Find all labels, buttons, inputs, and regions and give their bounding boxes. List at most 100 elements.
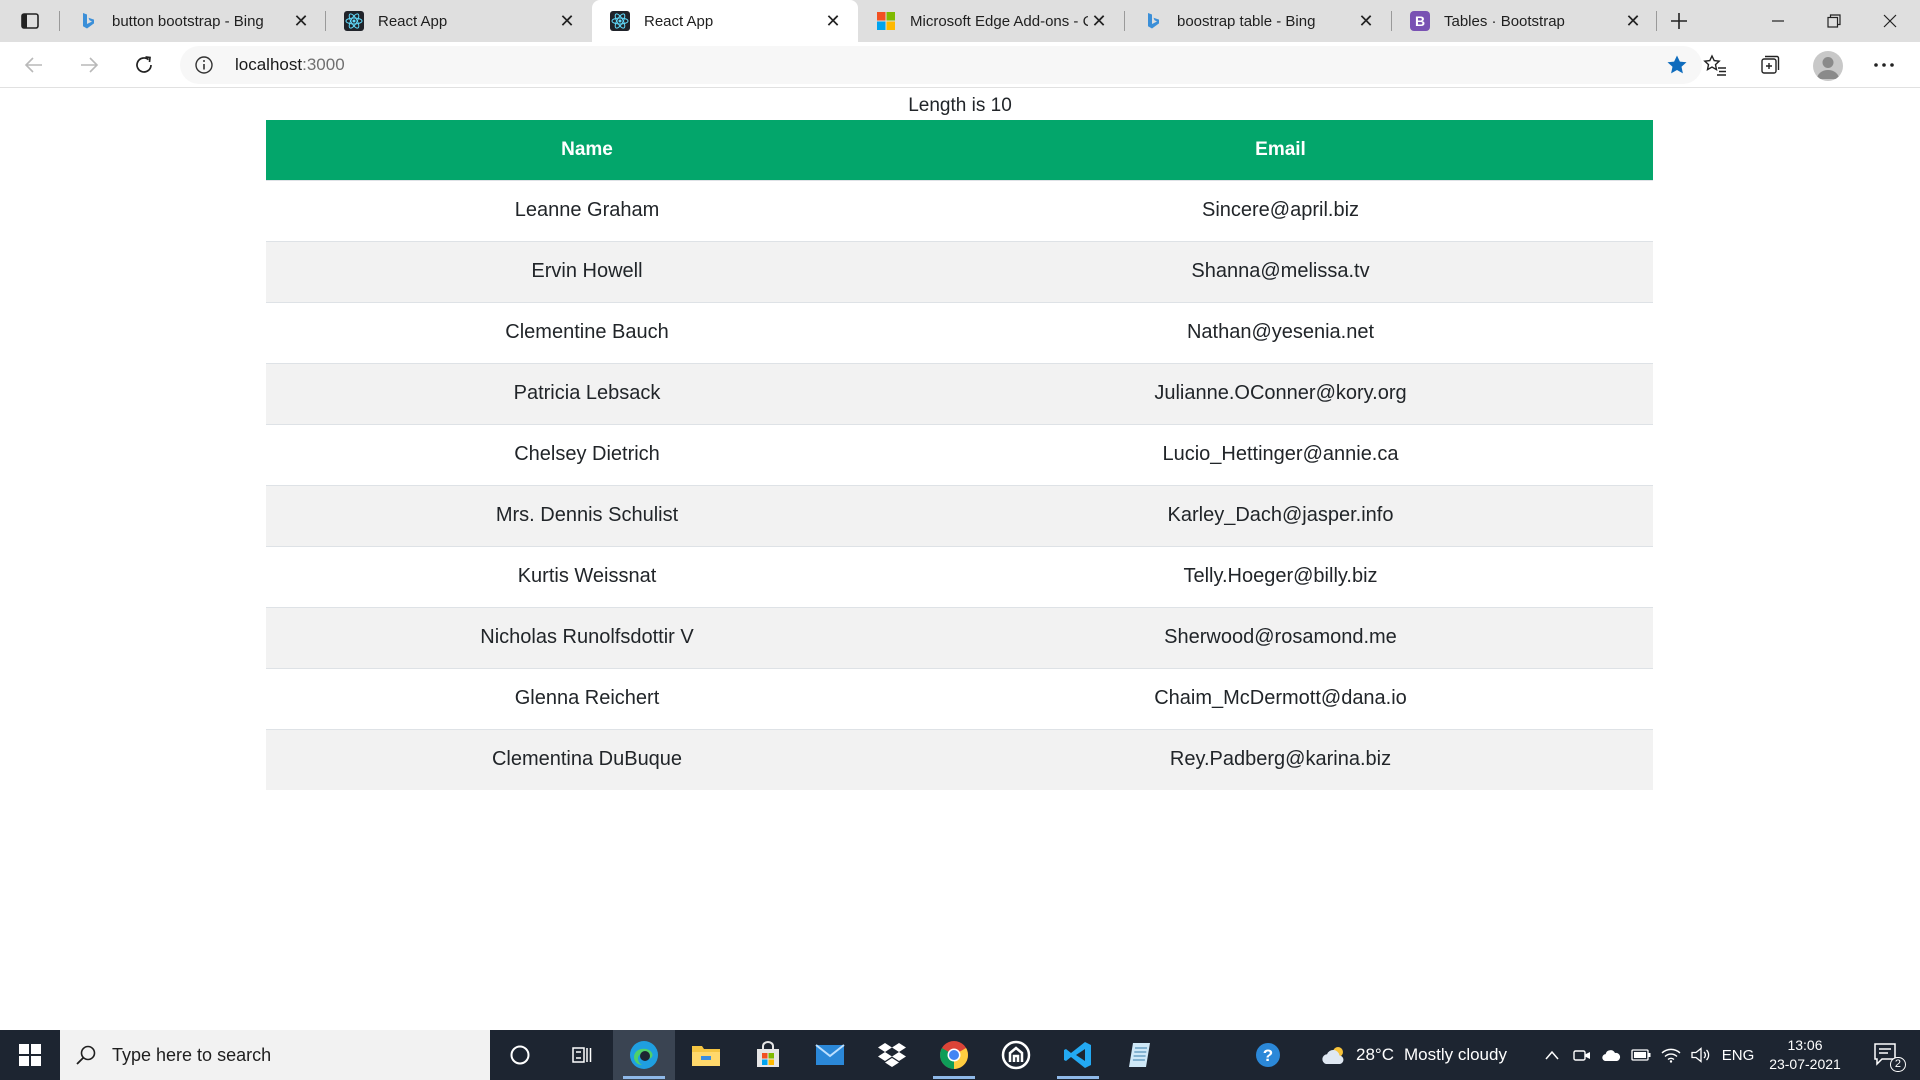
- close-icon[interactable]: ✕: [1088, 10, 1110, 32]
- tray-volume[interactable]: [1688, 1030, 1714, 1080]
- cell-email: Rey.Padberg@karina.biz: [908, 728, 1653, 790]
- chevron-up-icon: [1545, 1050, 1559, 1060]
- bootstrap-icon: B: [1410, 11, 1430, 31]
- cloud-icon: [1322, 1047, 1344, 1064]
- task-view-icon: [572, 1047, 592, 1063]
- tab-title: boostrap table - Bing: [1177, 12, 1316, 30]
- taskbar-notepad[interactable]: [1109, 1030, 1171, 1080]
- new-tab-button[interactable]: [1662, 6, 1696, 36]
- help-icon: ?: [1256, 1043, 1280, 1067]
- show-hidden-icons-button[interactable]: [1540, 1030, 1564, 1080]
- restore-button[interactable]: [1806, 0, 1862, 42]
- windows-logo-icon: [19, 1044, 41, 1066]
- column-header-name: Name: [266, 120, 908, 180]
- bing-icon: [1143, 11, 1163, 31]
- forward-button[interactable]: [71, 47, 107, 83]
- weather-temperature: 28°C: [1356, 1045, 1394, 1064]
- cell-email: Chaim_McDermott@dana.io: [908, 667, 1653, 729]
- url-text[interactable]: localhost:3000: [235, 46, 345, 84]
- table-row: Kurtis Weissnat Telly.Hoeger@billy.biz: [266, 545, 1653, 607]
- tab-title: button bootstrap - Bing: [112, 12, 264, 30]
- cell-name: Clementine Bauch: [266, 301, 908, 363]
- tray-wifi[interactable]: [1658, 1030, 1684, 1080]
- refresh-icon: [136, 56, 152, 73]
- tab-bootstrap-tables[interactable]: B Tables · Bootstrap ✕: [1392, 0, 1658, 42]
- column-header-email: Email: [908, 120, 1653, 180]
- minimize-icon: [1772, 20, 1784, 22]
- taskbar: Type here to search ? 28°C Mostly cloudy: [0, 1030, 1920, 1080]
- favorites-button[interactable]: [1697, 47, 1733, 83]
- onedrive-icon: [1602, 1050, 1621, 1061]
- address-bar[interactable]: localhost:3000: [180, 46, 1702, 84]
- restore-icon: [1827, 14, 1841, 28]
- start-button[interactable]: [0, 1030, 60, 1080]
- taskbar-app[interactable]: [985, 1030, 1047, 1080]
- action-center-button[interactable]: 2: [1862, 1030, 1912, 1080]
- tab-actions-icon[interactable]: [14, 9, 46, 33]
- taskbar-edge[interactable]: [613, 1030, 675, 1080]
- info-icon[interactable]: [194, 55, 214, 75]
- taskbar-help[interactable]: ?: [1237, 1030, 1299, 1080]
- close-icon[interactable]: ✕: [822, 10, 844, 32]
- react-icon: [344, 11, 364, 31]
- taskbar-vscode[interactable]: [1047, 1030, 1109, 1080]
- taskbar-store[interactable]: [737, 1030, 799, 1080]
- taskbar-file-explorer[interactable]: [675, 1030, 737, 1080]
- task-view-button[interactable]: [551, 1030, 613, 1080]
- collections-icon: [1761, 55, 1780, 74]
- tab-react-app[interactable]: React App ✕: [326, 0, 592, 42]
- cell-email: Nathan@yesenia.net: [908, 301, 1653, 363]
- plus-icon: [1671, 13, 1687, 29]
- close-icon[interactable]: ✕: [1355, 10, 1377, 32]
- bing-icon: [78, 11, 98, 31]
- table-row: Mrs. Dennis Schulist Karley_Dach@jasper.…: [266, 484, 1653, 546]
- tray-onedrive[interactable]: [1598, 1030, 1624, 1080]
- close-icon[interactable]: ✕: [556, 10, 578, 32]
- cortana-button[interactable]: [489, 1030, 551, 1080]
- table-row: Clementine Bauch Nathan@yesenia.net: [266, 301, 1653, 363]
- taskbar-mail[interactable]: [799, 1030, 861, 1080]
- tray-battery[interactable]: [1628, 1030, 1654, 1080]
- battery-icon: [1631, 1049, 1651, 1061]
- table-row: Ervin Howell Shanna@melissa.tv: [266, 240, 1653, 302]
- close-icon[interactable]: ✕: [290, 10, 312, 32]
- tray-meet-now[interactable]: [1570, 1030, 1594, 1080]
- system-clock[interactable]: 13:06 23-07-2021: [1762, 1036, 1848, 1074]
- chrome-icon: [940, 1041, 968, 1069]
- tab-react-app-active[interactable]: React App ✕: [592, 0, 858, 42]
- cell-name: Glenna Reichert: [266, 667, 908, 729]
- close-icon: [1883, 14, 1897, 28]
- cell-email: Sherwood@rosamond.me: [908, 606, 1653, 668]
- taskbar-dropbox[interactable]: [861, 1030, 923, 1080]
- camera-icon: [1573, 1050, 1590, 1061]
- tab-bing-bootstrap-table[interactable]: boostrap table - Bing ✕: [1125, 0, 1391, 42]
- close-window-button[interactable]: [1862, 0, 1918, 42]
- weather-condition: Mostly cloudy: [1403, 1045, 1507, 1064]
- profile-avatar[interactable]: [1813, 51, 1843, 81]
- cell-name: Patricia Lebsack: [266, 362, 908, 424]
- cell-name: Nicholas Runolfsdottir V: [266, 606, 908, 668]
- back-button[interactable]: [16, 47, 52, 83]
- cell-email: Karley_Dach@jasper.info: [908, 484, 1653, 546]
- page-content: Length is 10 Name Email Leanne Graham Si…: [0, 89, 1920, 1030]
- clock-date: 23-07-2021: [1769, 1056, 1841, 1072]
- settings-menu-button[interactable]: [1866, 47, 1902, 83]
- weather-widget[interactable]: 28°C Mostly cloudy: [1320, 1030, 1507, 1080]
- close-icon[interactable]: ✕: [1622, 10, 1644, 32]
- minimize-button[interactable]: [1750, 0, 1806, 42]
- taskbar-search-box[interactable]: Type here to search: [60, 1030, 490, 1080]
- cell-name: Leanne Graham: [266, 179, 908, 241]
- tab-bing-button-bootstrap[interactable]: button bootstrap - Bing ✕: [60, 0, 326, 42]
- tab-title: React App: [378, 12, 448, 30]
- tab-edge-addons[interactable]: Microsoft Edge Add-ons - C ✕: [858, 0, 1124, 42]
- taskbar-chrome[interactable]: [923, 1030, 985, 1080]
- tab-title: Tables · Bootstrap: [1444, 12, 1565, 30]
- cell-name: Ervin Howell: [266, 240, 908, 302]
- collections-button[interactable]: [1752, 47, 1788, 83]
- dropbox-icon: [878, 1043, 906, 1067]
- tab-title: React App: [644, 12, 714, 30]
- arrow-right-icon: [81, 57, 99, 73]
- refresh-button[interactable]: [126, 47, 162, 83]
- favorite-star-icon[interactable]: [1666, 54, 1688, 76]
- language-indicator[interactable]: ENG: [1718, 1030, 1758, 1080]
